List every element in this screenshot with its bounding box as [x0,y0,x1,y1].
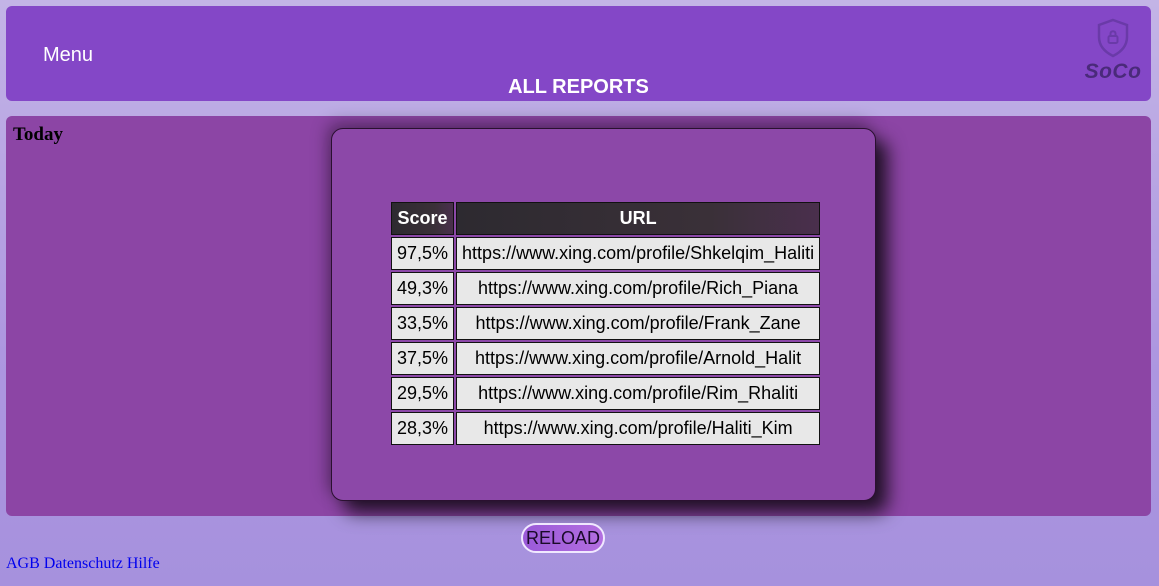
footer-link-hilfe[interactable]: Hilfe [127,555,160,572]
score-cell: 29,5% [391,377,455,410]
logo-text: SoCo [1084,60,1142,83]
report-table: Score URL 97,5% https://www.xing.com/pro… [389,200,822,447]
url-cell[interactable]: https://www.xing.com/profile/Rim_Rhaliti [456,377,821,410]
column-header-url[interactable]: URL [456,202,821,235]
report-modal: Score URL 97,5% https://www.xing.com/pro… [331,128,876,501]
logo: SoCo [1083,18,1143,88]
table-row[interactable]: 97,5% https://www.xing.com/profile/Shkel… [391,237,821,270]
header-bar: Menu ALL REPORTS SoCo [6,6,1151,101]
url-cell[interactable]: https://www.xing.com/profile/Frank_Zane [456,307,821,340]
url-cell[interactable]: https://www.xing.com/profile/Rich_Piana [456,272,821,305]
footer-link-agb[interactable]: AGB [6,555,40,572]
score-cell: 97,5% [391,237,455,270]
url-cell[interactable]: https://www.xing.com/profile/Shkelqim_Ha… [456,237,821,270]
table-row[interactable]: 29,5% https://www.xing.com/profile/Rim_R… [391,377,821,410]
footer-links: AGB Datenschutz Hilfe [6,555,160,573]
score-cell: 33,5% [391,307,455,340]
menu-button[interactable]: Menu [43,44,93,67]
score-cell: 49,3% [391,272,455,305]
page-title: ALL REPORTS [508,76,649,98]
table-row[interactable]: 28,3% https://www.xing.com/profile/Halit… [391,412,821,445]
table-row[interactable]: 33,5% https://www.xing.com/profile/Frank… [391,307,821,340]
score-cell: 37,5% [391,342,455,375]
reload-button[interactable]: RELOAD [521,523,605,553]
section-label-today: Today [13,124,63,145]
url-cell[interactable]: https://www.xing.com/profile/Arnold_Hali… [456,342,821,375]
table-row[interactable]: 37,5% https://www.xing.com/profile/Arnol… [391,342,821,375]
footer-link-datenschutz[interactable]: Datenschutz [44,555,123,572]
table-header-row: Score URL [391,202,821,235]
score-cell: 28,3% [391,412,455,445]
table-row[interactable]: 49,3% https://www.xing.com/profile/Rich_… [391,272,821,305]
column-header-score[interactable]: Score [391,202,455,235]
url-cell[interactable]: https://www.xing.com/profile/Haliti_Kim [456,412,821,445]
shield-lock-icon [1097,18,1129,58]
